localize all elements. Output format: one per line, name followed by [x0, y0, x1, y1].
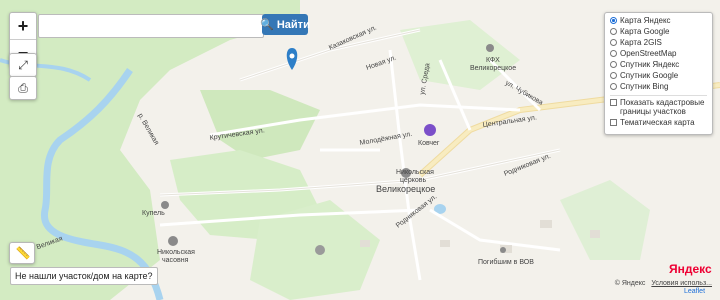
poi-label: Никольская	[396, 169, 434, 176]
village-label: Великорецкое	[376, 184, 435, 194]
poi-label: КФХ	[486, 57, 500, 64]
poi-label: Ковчег	[418, 140, 440, 147]
printer-icon: ⎙	[18, 81, 28, 95]
chapel-icon	[168, 236, 178, 246]
building	[360, 240, 370, 247]
monument-icon	[315, 245, 325, 255]
zoom-in-button[interactable]: +	[10, 13, 36, 39]
kupel-icon	[161, 201, 169, 209]
thematic-checkbox[interactable]: Тематическая карта	[610, 118, 707, 127]
attribution: © Яндекс Условия использ...	[615, 280, 712, 287]
poi-label: Никольская	[157, 249, 195, 256]
radio-icon	[610, 61, 617, 68]
terms-link[interactable]: Условия использ...	[651, 280, 712, 287]
checkbox-icon	[610, 119, 617, 126]
yandex-logo: Яндекс	[669, 262, 712, 276]
not-found-button[interactable]: Не нашли участок/дом на карте?	[10, 267, 158, 285]
poi-label: церковь	[400, 177, 426, 184]
war-memorial-icon	[500, 247, 506, 253]
divider	[610, 95, 707, 96]
kfh-icon	[486, 44, 494, 52]
koshevoy-icon	[424, 124, 436, 136]
building	[540, 220, 552, 228]
layer-option[interactable]: Карта Google	[610, 26, 707, 37]
poi-label: Великорецкое	[470, 65, 516, 72]
fullscreen-button[interactable]: ⤢	[9, 53, 37, 77]
find-button-label: Найти	[276, 18, 310, 31]
leaflet-link[interactable]: Leaflet	[684, 288, 705, 295]
layer-option[interactable]: Карта 2GIS	[610, 37, 707, 48]
find-button[interactable]: 🔍 Найти	[260, 14, 310, 35]
radio-icon	[610, 72, 617, 79]
layer-option[interactable]: Спутник Bing	[610, 81, 707, 92]
cadastral-checkbox[interactable]: Показать кадастровые границы участков	[610, 98, 707, 116]
layer-option[interactable]: OpenStreetMap	[610, 48, 707, 59]
layer-switcher: Карта Яндекс Карта Google Карта 2GIS Ope…	[604, 12, 713, 135]
layer-option[interactable]: Карта Яндекс	[610, 15, 707, 26]
radio-icon	[610, 28, 617, 35]
building	[440, 240, 450, 247]
expand-icon: ⤢	[18, 58, 28, 72]
measure-button[interactable]: 📏	[9, 242, 35, 264]
poi-label: часовня	[162, 257, 189, 264]
radio-icon	[610, 17, 617, 24]
building	[590, 230, 600, 238]
print-button[interactable]: ⎙	[9, 76, 37, 100]
radio-icon	[610, 39, 617, 46]
layer-option[interactable]: Спутник Яндекс	[610, 59, 707, 70]
search-input[interactable]	[38, 14, 264, 38]
poi-label: Купель	[142, 210, 165, 217]
ruler-icon: 📏	[15, 246, 31, 260]
checkbox-icon	[610, 99, 617, 106]
layer-option[interactable]: Спутник Google	[610, 70, 707, 81]
poi-label: Погибшим в ВОВ	[478, 258, 534, 266]
radio-icon	[610, 50, 617, 57]
search-icon: 🔍	[260, 19, 274, 31]
radio-icon	[610, 83, 617, 90]
copyright-text: © Яндекс	[614, 280, 646, 287]
